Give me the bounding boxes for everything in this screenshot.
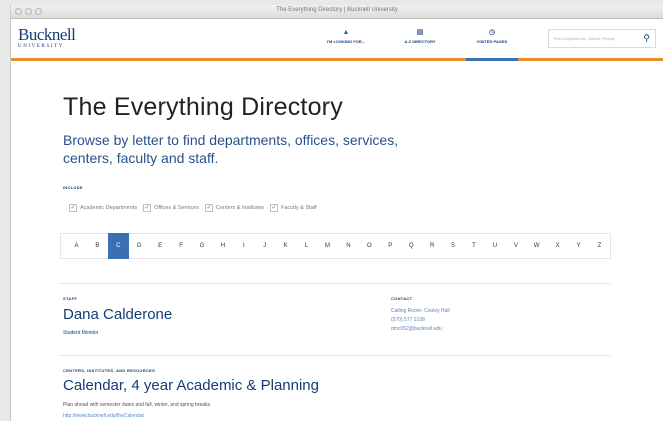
letter-p[interactable]: P bbox=[380, 233, 401, 259]
letter-f[interactable]: F bbox=[171, 233, 192, 259]
result-name[interactable]: Calendar, 4 year Academic & Planning bbox=[63, 377, 319, 394]
letter-i[interactable]: I bbox=[233, 233, 254, 259]
nav-visited-pages-label: VISITED PAGES bbox=[476, 39, 508, 44]
filter-checkboxes: ✓ Academic Departments ✓ Offices & Servi… bbox=[69, 204, 317, 212]
letter-b[interactable]: B bbox=[87, 233, 108, 259]
letter-a[interactable]: A bbox=[66, 233, 87, 259]
nav-az-directory-button[interactable]: ▤ A-Z DIRECTORY bbox=[395, 19, 445, 61]
letter-u[interactable]: U bbox=[484, 233, 505, 259]
result-category: CENTERS, INSTITUTES, AND RESOURCES bbox=[63, 368, 156, 373]
search-input[interactable]: Find Departments, Offices, People ⚲ bbox=[548, 29, 656, 48]
page-title: The Everything Directory bbox=[63, 93, 343, 121]
filter-centers-institutes[interactable]: ✓ Centers & Institutes bbox=[205, 204, 264, 212]
contact-phone[interactable]: (570) 577 3138 bbox=[391, 316, 450, 325]
letter-d[interactable]: D bbox=[129, 233, 150, 259]
filter-academic-departments[interactable]: ✓ Academic Departments bbox=[69, 204, 137, 212]
letter-h[interactable]: H bbox=[212, 233, 233, 259]
checkbox-checked-icon[interactable]: ✓ bbox=[270, 204, 279, 212]
checkbox-checked-icon[interactable]: ✓ bbox=[143, 204, 152, 212]
search-placeholder: Find Departments, Offices, People bbox=[554, 36, 616, 41]
browser-window: The Everything Directory | Bucknell Univ… bbox=[10, 5, 663, 421]
nav-visited-pages-button[interactable]: ◷ VISITED PAGES bbox=[466, 19, 518, 61]
letter-index-bar: ABCDEFGHIJKLMNOPQRSTUVWXYZ bbox=[60, 233, 611, 259]
letter-k[interactable]: K bbox=[275, 233, 296, 259]
page-subtitle: Browse by letter to find departments, of… bbox=[63, 132, 399, 166]
letter-x[interactable]: X bbox=[547, 233, 568, 259]
site-header: Bucknell UNIVERSITY ▲ I'M LOOKING FOR...… bbox=[11, 19, 663, 61]
letter-n[interactable]: N bbox=[338, 233, 359, 259]
nav-az-directory-label: A-Z DIRECTORY bbox=[404, 39, 436, 44]
contact-email[interactable]: dmc052@bucknell.edu bbox=[391, 325, 450, 334]
letter-c[interactable]: C bbox=[107, 233, 129, 259]
divider bbox=[60, 283, 611, 284]
letter-r[interactable]: R bbox=[422, 233, 443, 259]
divider bbox=[60, 355, 611, 356]
letter-m[interactable]: M bbox=[317, 233, 338, 259]
nav-looking-for-label: I'M LOOKING FOR... bbox=[326, 39, 366, 44]
letter-l[interactable]: L bbox=[296, 233, 317, 259]
filter-label: Offices & Services bbox=[154, 205, 200, 211]
letter-s[interactable]: S bbox=[443, 233, 464, 259]
letter-w[interactable]: W bbox=[526, 233, 547, 259]
mountain-icon: ▲ bbox=[342, 29, 350, 36]
letter-t[interactable]: T bbox=[464, 233, 485, 259]
search-icon[interactable]: ⚲ bbox=[643, 33, 650, 44]
letter-z[interactable]: Z bbox=[589, 233, 610, 259]
letter-g[interactable]: G bbox=[192, 233, 213, 259]
letter-q[interactable]: Q bbox=[401, 233, 422, 259]
grid-icon: ▤ bbox=[416, 29, 424, 36]
logo-name: Bucknell bbox=[18, 25, 76, 44]
result-role: Student Monitor bbox=[63, 330, 99, 336]
result-description: Plan ahead with semester dates and fall,… bbox=[63, 402, 212, 408]
result-name[interactable]: Dana Calderone bbox=[63, 306, 172, 323]
result-url[interactable]: http://www.bucknell.edu/theCalendar bbox=[63, 413, 144, 419]
include-label: INCLUDE bbox=[63, 185, 83, 190]
window-title: The Everything Directory | Bucknell Univ… bbox=[276, 7, 398, 13]
letter-o[interactable]: O bbox=[359, 233, 380, 259]
contact-location[interactable]: Calling Room- Cooley Hall bbox=[391, 307, 450, 316]
letter-y[interactable]: Y bbox=[568, 233, 589, 259]
filter-label: Faculty & Staff bbox=[281, 205, 317, 211]
letter-e[interactable]: E bbox=[150, 233, 171, 259]
contact-label: CONTACT bbox=[391, 296, 413, 301]
logo-subtitle: UNIVERSITY bbox=[18, 44, 64, 49]
checkbox-checked-icon[interactable]: ✓ bbox=[205, 204, 214, 212]
nav-looking-for-button[interactable]: ▲ I'M LOOKING FOR... bbox=[315, 19, 377, 61]
clock-icon: ◷ bbox=[488, 29, 496, 36]
bucknell-logo[interactable]: Bucknell UNIVERSITY bbox=[18, 25, 76, 49]
letter-v[interactable]: V bbox=[505, 233, 526, 259]
result-category: STAFF bbox=[63, 296, 78, 301]
filter-faculty-staff[interactable]: ✓ Faculty & Staff bbox=[270, 204, 317, 212]
contact-info: Calling Room- Cooley Hall (570) 577 3138… bbox=[391, 307, 450, 334]
filter-label: Centers & Institutes bbox=[216, 205, 265, 211]
checkbox-checked-icon[interactable]: ✓ bbox=[69, 204, 77, 212]
letter-j[interactable]: J bbox=[254, 233, 275, 259]
filter-offices-services[interactable]: ✓ Offices & Services bbox=[143, 204, 199, 212]
filter-label: Academic Departments bbox=[80, 205, 138, 211]
title-bar: The Everything Directory | Bucknell Univ… bbox=[11, 5, 663, 19]
